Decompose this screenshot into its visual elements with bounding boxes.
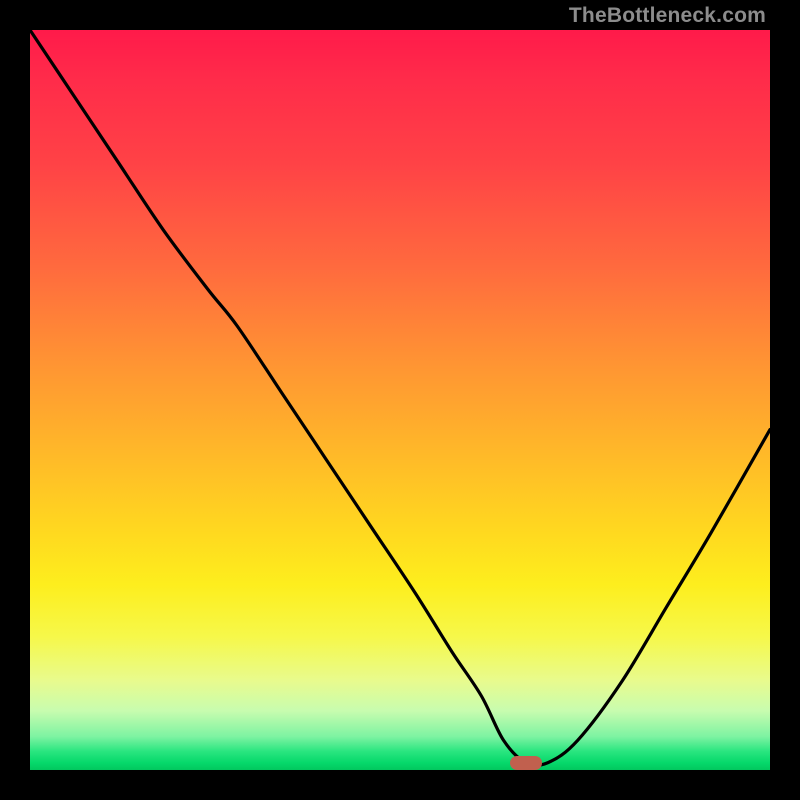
bottleneck-curve (30, 30, 770, 765)
curve-svg (30, 30, 770, 770)
optimal-point-marker (510, 756, 542, 770)
chart-frame (30, 30, 770, 770)
watermark-text: TheBottleneck.com (569, 4, 766, 28)
plot-area (30, 30, 770, 770)
